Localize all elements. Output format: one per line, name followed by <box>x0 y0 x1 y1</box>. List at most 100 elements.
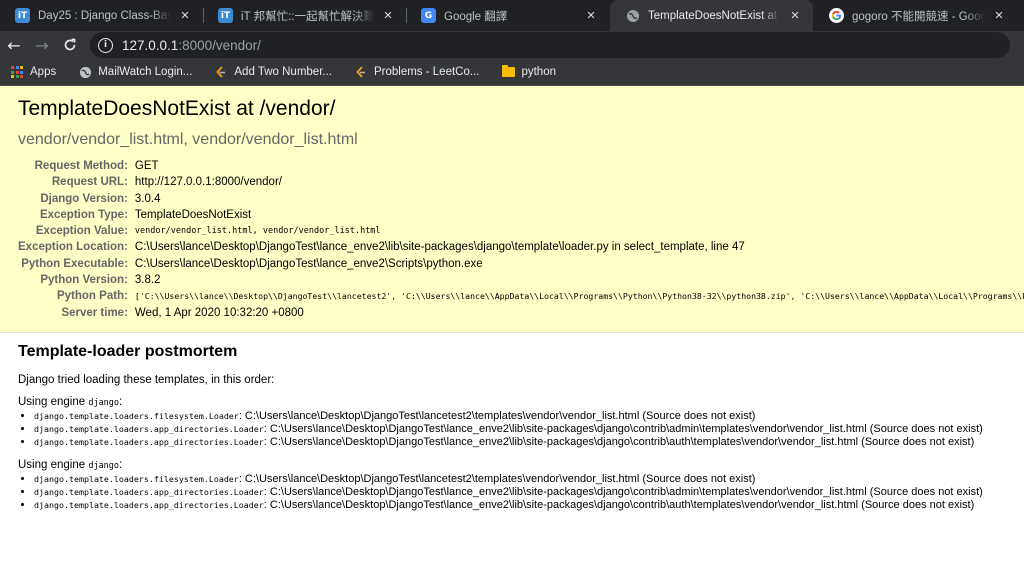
globe-icon <box>625 8 640 23</box>
bookmarks-bar: Apps MailWatch Login... Add Two Number..… <box>0 59 1024 86</box>
url-text: 127.0.0.1:8000/vendor/ <box>122 38 261 53</box>
meta-row: Server time: Wed, 1 Apr 2020 10:32:20 +08… <box>18 305 1024 321</box>
postmortem-intro: Django tried loading these templates, in… <box>18 373 275 386</box>
url-path: :8000/vendor/ <box>178 37 261 53</box>
leetcode-icon <box>354 65 368 79</box>
list-item: django.template.loaders.app_directories.… <box>34 499 1006 512</box>
info-icon[interactable]: i <box>98 37 113 53</box>
reload-icon[interactable] <box>56 31 84 59</box>
address-bar[interactable]: i 127.0.0.1:8000/vendor/ <box>90 32 1010 58</box>
globe-icon <box>78 65 92 79</box>
meta-row: Python Executable: C:\Users\lance\Desktop… <box>18 256 1024 272</box>
meta-label: Python Path: <box>56 290 128 303</box>
meta-label: Exception Value: <box>35 225 128 238</box>
bookmark-label: python <box>521 66 556 78</box>
loader-list: django.template.loaders.filesystem.Loade… <box>34 410 1006 449</box>
google-translate-icon: G <box>421 8 436 23</box>
meta-row: Request Method: GET <box>18 158 1024 174</box>
request-meta-table: Request Method: GET Request URL: http://12… <box>18 158 1024 321</box>
server-time-value: Wed, 1 Apr 2020 10:32:20 +0800 <box>134 306 304 319</box>
exception-value: vendor/vendor_list.html, vendor/vendor_l… <box>134 226 381 237</box>
template-path: : C:\Users\lance\Desktop\DjangoTest\lanc… <box>263 485 983 498</box>
url-host: 127.0.0.1 <box>122 37 179 53</box>
close-icon[interactable]: × <box>991 7 1007 24</box>
meta-label: Request URL: <box>51 176 128 189</box>
loader-name: django.template.loaders.app_directories.… <box>34 423 264 434</box>
tab-title: TemplateDoesNotExist at /vendo <box>648 9 781 22</box>
close-icon[interactable]: × <box>787 7 803 24</box>
meta-label: Server time: <box>61 306 128 319</box>
loader-name: django.template.loaders.filesystem.Loade… <box>34 410 239 421</box>
tab-title: gogoro 不能開競速 - Google 搜 <box>852 10 985 23</box>
meta-row: Python Version: 3.8.2 <box>18 272 1024 288</box>
engine-suffix: : <box>119 395 123 408</box>
request-url-value: http://127.0.0.1:8000/vendor/ <box>134 176 282 189</box>
engine-prefix: Using engine <box>18 458 89 471</box>
list-item: django.template.loaders.app_directories.… <box>34 436 1006 449</box>
bookmark-apps[interactable]: Apps <box>10 65 56 79</box>
loader-name: django.template.loaders.app_directories.… <box>34 486 264 497</box>
error-subtitle: vendor/vendor_list.html, vendor/vendor_l… <box>18 131 358 148</box>
python-version-value: 3.8.2 <box>134 274 161 287</box>
bookmark-folder-python[interactable]: python <box>501 65 556 79</box>
back-arrow-icon[interactable]: ← <box>0 31 28 59</box>
meta-label: Django Version: <box>40 192 128 205</box>
close-icon[interactable]: × <box>380 7 396 24</box>
bookmark-leetcode-problems[interactable]: Problems - LeetCo... <box>354 65 479 79</box>
browser-toolbar: ← → i 127.0.0.1:8000/vendor/ <box>0 31 1024 59</box>
meta-row: Django Version: 3.0.4 <box>18 191 1024 207</box>
engine-heading: Using engine django: <box>18 459 1006 471</box>
template-path: : C:\Users\lance\Desktop\DjangoTest\lanc… <box>263 422 983 435</box>
leetcode-icon <box>214 65 228 79</box>
engine-heading: Using engine django: <box>18 396 1006 408</box>
close-icon[interactable]: × <box>177 7 193 24</box>
meta-label: Exception Type: <box>39 208 128 221</box>
exception-type-value: TemplateDoesNotExist <box>134 208 252 221</box>
tab-google-search[interactable]: gogoro 不能開競速 - Google 搜 × <box>814 0 1017 31</box>
template-path: : C:\Users\lance\Desktop\DjangoTest\lanc… <box>263 435 975 448</box>
meta-label: Python Version: <box>40 274 128 287</box>
meta-row: Request URL: http://127.0.0.1:8000/vendor… <box>18 174 1024 190</box>
folder-icon <box>501 65 515 79</box>
tab-day25[interactable]: iT Day25 : Django Class-Based Vi × <box>0 0 203 31</box>
tab-template-error[interactable]: TemplateDoesNotExist at /vendo × <box>610 0 813 31</box>
tab-ithelp[interactable]: iT iT 邦幫忙::一起幫忙解決難題，拯 × <box>203 0 406 31</box>
python-path-value: ['C:\\Users\\lance\\Desktop\\DjangoTest\… <box>134 291 1024 302</box>
exception-location-value: C:\Users\lance\Desktop\DjangoTest\lance_… <box>134 241 745 254</box>
page-content: TemplateDoesNotExist at /vendor/ vendor/… <box>0 86 1024 576</box>
tab-google-translate[interactable]: G Google 翻譯 × <box>406 0 609 31</box>
forward-arrow-icon[interactable]: → <box>28 31 56 59</box>
meta-label: Exception Location: <box>18 241 128 254</box>
error-summary: TemplateDoesNotExist at /vendor/ vendor/… <box>0 86 1024 333</box>
postmortem-title: Template-loader postmortem <box>18 342 238 360</box>
bookmark-add-two-numbers[interactable]: Add Two Number... <box>214 65 332 79</box>
bookmark-label: Problems - LeetCo... <box>373 66 480 78</box>
engine-suffix: : <box>119 458 123 471</box>
loader-name: django.template.loaders.app_directories.… <box>34 436 264 447</box>
list-item: django.template.loaders.filesystem.Loade… <box>34 473 1006 486</box>
close-icon[interactable]: × <box>583 7 599 24</box>
tab-title: Day25 : Django Class-Based Vi <box>38 9 171 22</box>
ithome-icon: iT <box>218 8 233 23</box>
engine-name: django <box>88 460 120 471</box>
bookmark-label: Apps <box>30 66 57 78</box>
bookmark-mailwatch[interactable]: MailWatch Login... <box>78 65 192 79</box>
tab-strip: iT Day25 : Django Class-Based Vi × iT iT… <box>0 0 1024 31</box>
bookmark-label: MailWatch Login... <box>98 66 193 78</box>
template-loader-postmortem: Template-loader postmortem Django tried … <box>0 333 1024 512</box>
tab-title: iT 邦幫忙::一起幫忙解決難題，拯 <box>241 10 374 23</box>
template-path: : C:\Users\lance\Desktop\DjangoTest\lanc… <box>238 472 756 485</box>
list-item: django.template.loaders.filesystem.Loade… <box>34 410 1006 423</box>
request-method-value: GET <box>134 160 159 172</box>
meta-label: Request Method: <box>34 160 128 172</box>
engine-prefix: Using engine <box>18 395 89 408</box>
loader-list: django.template.loaders.filesystem.Loade… <box>34 473 1006 512</box>
bookmark-label: Add Two Number... <box>234 66 332 78</box>
google-icon <box>829 8 844 23</box>
tab-title: Google 翻譯 <box>444 10 508 23</box>
meta-row: Python Path: ['C:\\Users\\lance\\Desktop\… <box>18 288 1024 304</box>
python-executable-value: C:\Users\lance\Desktop\DjangoTest\lance_… <box>134 257 483 270</box>
meta-row: Exception Location: C:\Users\lance\Deskto… <box>18 239 1024 255</box>
error-title: TemplateDoesNotExist at /vendor/ <box>18 97 336 120</box>
list-item: django.template.loaders.app_directories.… <box>34 423 1006 436</box>
